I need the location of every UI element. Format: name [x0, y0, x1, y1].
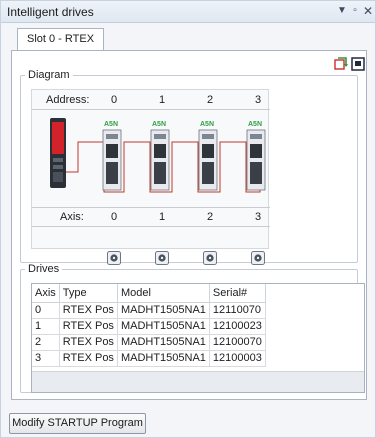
close-icon[interactable]: ✕ — [361, 4, 375, 18]
table-row[interactable]: 2 RTEX Pos MADHT1505NA1 12100070 — [32, 334, 266, 351]
drives-group-label: Drives — [28, 263, 60, 275]
table-row[interactable]: 1 RTEX Pos MADHT1505NA1 12100023 — [32, 318, 266, 335]
drive-badge-label: A5N — [152, 121, 166, 128]
intelligent-drives-window: Intelligent drives ▼ ▫ ✕ Slot 0 - RTEX D… — [0, 0, 376, 438]
drive-badge-label: A5N — [104, 121, 118, 128]
tab-strip: Slot 0 - RTEX — [11, 28, 367, 51]
axis-divider-top — [32, 207, 270, 208]
cell-model: MADHT1505NA1 — [117, 334, 210, 351]
axis-value: 2 — [207, 211, 214, 223]
address-divider — [32, 109, 270, 110]
axis-label: Axis: — [60, 211, 84, 223]
cell-type: RTEX Pos — [59, 318, 118, 335]
tab-panel: Diagram Address: 0 1 2 3 A5N A5N A5N A5N… — [11, 50, 367, 400]
drive-unit-0 — [102, 129, 122, 191]
cell-model: MADHT1505NA1 — [117, 318, 210, 335]
table-empty-area — [32, 371, 364, 392]
drive-chain-diagram: A5N A5N A5N A5N — [50, 118, 266, 193]
axis-value: 1 — [159, 211, 166, 223]
drive-unit-3 — [246, 129, 266, 191]
cell-serial: 12110070 — [209, 302, 266, 319]
cell-type: RTEX Pos — [59, 350, 118, 367]
cell-axis: 3 — [32, 350, 60, 367]
drive-unit-1 — [150, 129, 170, 191]
column-header-type[interactable]: Type — [59, 284, 118, 303]
axis-divider-bottom — [32, 226, 270, 227]
drive-unit-2 — [198, 129, 218, 191]
diagram-group: Diagram Address: 0 1 2 3 A5N A5N A5N A5N… — [20, 69, 358, 265]
dropdown-arrow-icon[interactable]: ▼ — [335, 4, 349, 18]
cell-type: RTEX Pos — [59, 334, 118, 351]
drives-group: Drives Axis Type Model Serial# 0 RTEX Po… — [20, 263, 365, 393]
cell-axis: 2 — [32, 334, 60, 351]
title-bar: Intelligent drives ▼ ▫ ✕ — [1, 1, 375, 23]
diagram-canvas: Address: 0 1 2 3 A5N A5N A5N A5N Axis: 0… — [31, 89, 270, 249]
maximize-icon[interactable]: ▫ — [348, 4, 362, 18]
cell-model: MADHT1505NA1 — [117, 302, 210, 319]
table-row[interactable]: 0 RTEX Pos MADHT1505NA1 12110070 — [32, 302, 266, 319]
cell-model: MADHT1505NA1 — [117, 350, 210, 367]
drives-table[interactable]: Axis Type Model Serial# 0 RTEX Pos MADHT… — [31, 283, 365, 393]
window-title: Intelligent drives — [7, 5, 94, 19]
axis-value: 3 — [255, 211, 262, 223]
cell-serial: 12100070 — [209, 334, 266, 351]
address-value: 3 — [255, 94, 262, 106]
column-header-serial[interactable]: Serial# — [209, 284, 266, 303]
modify-startup-program-button[interactable]: Modify STARTUP Program — [9, 413, 146, 434]
table-header-row: Axis Type Model Serial# — [32, 284, 266, 303]
tab-label: Slot 0 - RTEX — [27, 33, 95, 45]
table-row[interactable]: 3 RTEX Pos MADHT1505NA1 12100003 — [32, 350, 266, 367]
cell-axis: 1 — [32, 318, 60, 335]
cell-serial: 12100023 — [209, 318, 266, 335]
address-value: 1 — [159, 94, 166, 106]
cell-serial: 12100003 — [209, 350, 266, 367]
address-label: Address: — [46, 94, 90, 106]
axis-value: 0 — [111, 211, 118, 223]
cell-type: RTEX Pos — [59, 302, 118, 319]
column-header-axis[interactable]: Axis — [32, 284, 60, 303]
drive-badge-label: A5N — [248, 121, 262, 128]
cell-axis: 0 — [32, 302, 60, 319]
diagram-group-label: Diagram — [28, 69, 70, 81]
controller-unit — [50, 118, 66, 188]
tab-slot-0-rtex[interactable]: Slot 0 - RTEX — [17, 28, 105, 51]
address-value: 2 — [207, 94, 214, 106]
drive-badge-label: A5N — [200, 121, 214, 128]
column-header-model[interactable]: Model — [117, 284, 210, 303]
address-value: 0 — [111, 94, 118, 106]
